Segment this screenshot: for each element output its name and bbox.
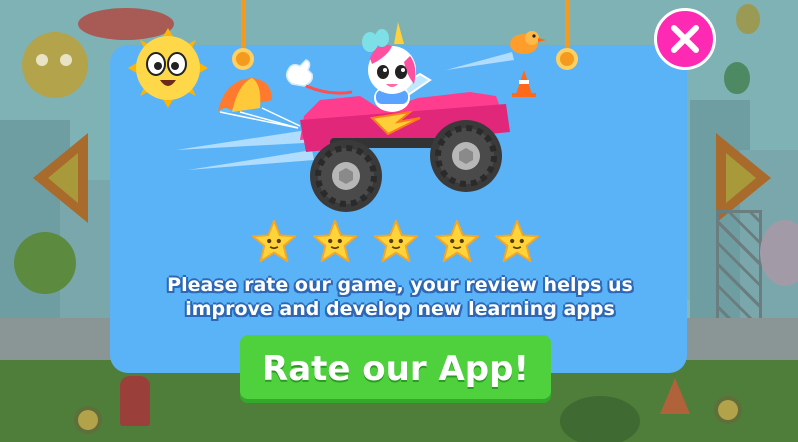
rope-ring [232, 48, 254, 70]
rating-stars-row [250, 218, 550, 268]
blimp [78, 8, 174, 40]
hanging-rope [241, 0, 246, 50]
close-icon [671, 25, 699, 53]
flower [718, 400, 738, 420]
hanging-rope [565, 0, 570, 50]
rate-app-button-label: Rate our App! [262, 349, 529, 389]
rate-dialog [110, 45, 687, 373]
rate-app-button[interactable]: Rate our App! [240, 335, 551, 403]
rate-message-line2: improve and develop new learning apps [185, 298, 615, 320]
star-icon[interactable] [250, 218, 298, 266]
eye [60, 54, 72, 66]
fire-hydrant [120, 376, 150, 426]
eye [36, 54, 48, 66]
close-button[interactable] [654, 8, 716, 70]
rate-message-line1: Please rate our game, your review helps … [167, 274, 633, 296]
background-sun [22, 32, 88, 98]
star-icon[interactable] [372, 218, 420, 266]
balloon [736, 4, 760, 34]
star-icon[interactable] [433, 218, 481, 266]
tree [14, 232, 76, 294]
star-icon[interactable] [493, 218, 541, 266]
tower [716, 210, 762, 330]
rate-message: Please rate our game, your review helps … [140, 273, 660, 321]
previous-arrow-icon [33, 133, 88, 223]
traffic-cone [660, 378, 690, 414]
bush [560, 396, 640, 442]
flower [78, 410, 98, 430]
balloon [724, 62, 750, 94]
rope-ring [556, 48, 578, 70]
star-icon[interactable] [311, 218, 359, 266]
